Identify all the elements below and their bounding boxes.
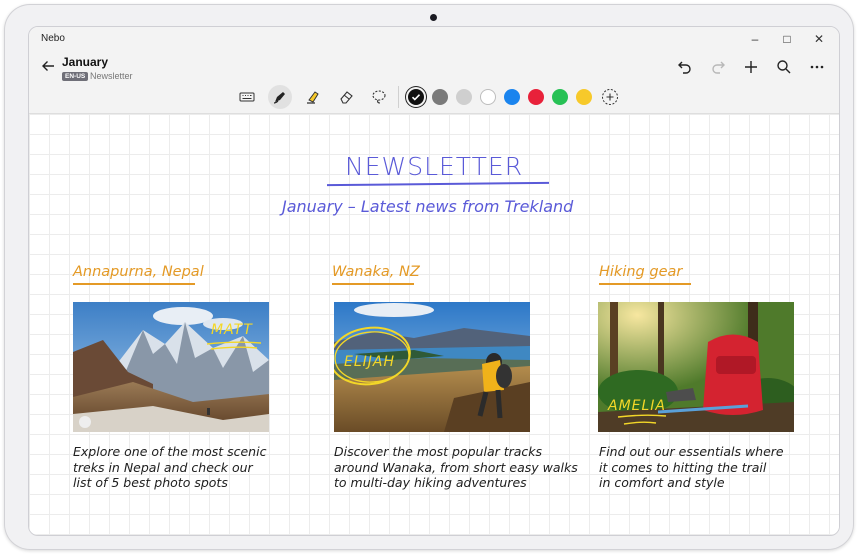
undo-button[interactable] xyxy=(668,55,701,79)
back-arrow-icon xyxy=(42,61,54,71)
eraser-tool[interactable] xyxy=(334,85,358,109)
search-icon xyxy=(776,60,790,74)
toolbar-separator xyxy=(398,86,399,108)
newsletter-subtitle[interactable]: January – Latest news from Trekland xyxy=(282,197,573,216)
add-color-button[interactable] xyxy=(598,85,622,109)
caption-line: around Wanaka, from short easy walks xyxy=(334,459,578,475)
caption-line: it comes to hitting the trail xyxy=(599,459,767,475)
newsletter-title[interactable]: NEWSLETTER xyxy=(345,152,523,181)
pen-tool[interactable] xyxy=(268,85,292,109)
photo-tag-elijah[interactable]: ELIJAH xyxy=(344,354,395,370)
front-camera xyxy=(430,14,437,21)
undo-icon xyxy=(677,61,691,74)
title-underline xyxy=(326,181,550,186)
lasso-tool[interactable] xyxy=(367,85,391,109)
tag-underline xyxy=(617,414,667,425)
photo-tag-matt[interactable]: MATT xyxy=(211,322,253,338)
document-header: January EN-US Newsletter xyxy=(29,51,839,114)
app-name: Nebo xyxy=(41,33,65,44)
color-swatch-green[interactable] xyxy=(552,89,568,105)
heading-underline xyxy=(599,283,691,285)
card-caption-annapurna[interactable]: Explore one of the most scenic treks in … xyxy=(73,444,313,491)
ink-toolbar xyxy=(235,84,631,110)
app-window: Nebo – □ ✕ January EN-US Newsletter NEWS… xyxy=(28,26,840,536)
back-button[interactable] xyxy=(37,55,59,77)
highlighter-tool[interactable] xyxy=(301,85,325,109)
document-title[interactable]: January xyxy=(62,55,108,69)
annapurna-photo[interactable]: MATT xyxy=(73,302,269,432)
eraser-icon xyxy=(340,91,353,104)
card-heading-annapurna[interactable]: Annapurna, Nepal xyxy=(73,264,204,280)
minimize-button[interactable]: – xyxy=(739,28,771,50)
close-button[interactable]: ✕ xyxy=(803,28,835,50)
caption-line: Discover the most popular tracks xyxy=(334,444,543,459)
add-icon xyxy=(744,61,757,73)
color-swatch-dark-gray[interactable] xyxy=(432,89,448,105)
color-swatch-yellow[interactable] xyxy=(576,89,592,105)
color-swatch-light-gray[interactable] xyxy=(456,89,472,105)
card-caption-wanaka[interactable]: Discover the most popular tracks around … xyxy=(334,444,594,491)
tablet-frame: Nebo – □ ✕ January EN-US Newsletter NEWS… xyxy=(4,4,854,550)
color-swatch-black[interactable] xyxy=(408,89,424,105)
keyboard-tool[interactable] xyxy=(235,85,259,109)
window-controls: – □ ✕ xyxy=(739,28,835,50)
caption-line: to multi-day hiking adventures xyxy=(334,475,527,490)
caption-line: treks in Nepal and check our xyxy=(73,459,253,475)
more-button[interactable] xyxy=(800,55,833,79)
add-color-icon xyxy=(602,89,618,105)
color-swatch-red[interactable] xyxy=(528,89,544,105)
document-actions xyxy=(668,55,833,79)
color-palette xyxy=(408,89,600,105)
keyboard-icon xyxy=(239,92,255,102)
add-button[interactable] xyxy=(734,55,767,79)
card-heading-hiking-gear[interactable]: Hiking gear xyxy=(599,264,682,280)
caption-line: Explore one of the most scenic xyxy=(73,444,267,459)
more-icon xyxy=(810,65,823,69)
language-badge[interactable]: EN-US xyxy=(62,72,89,81)
wanaka-photo[interactable]: ELIJAH xyxy=(334,302,530,432)
redo-button[interactable] xyxy=(701,55,734,79)
color-swatch-blue[interactable] xyxy=(504,89,520,105)
heading-underline xyxy=(332,283,414,285)
pen-icon xyxy=(273,92,285,104)
search-button[interactable] xyxy=(767,55,800,79)
hiking-gear-photo[interactable]: AMELIA xyxy=(598,302,794,432)
notebook-name[interactable]: Newsletter xyxy=(90,71,133,81)
color-swatch-white[interactable] xyxy=(480,89,496,105)
redo-icon xyxy=(711,61,725,74)
highlighter-icon xyxy=(307,91,319,104)
caption-line: Find out our essentials where xyxy=(599,444,784,459)
caption-line: list of 5 best photo spots xyxy=(73,475,228,490)
window-titlebar: Nebo – □ ✕ xyxy=(29,27,839,51)
card-heading-wanaka[interactable]: Wanaka, NZ xyxy=(332,264,420,280)
heading-underline xyxy=(73,283,195,285)
card-caption-hiking-gear[interactable]: Find out our essentials where it comes t… xyxy=(599,444,839,491)
checkmark-icon xyxy=(411,94,421,101)
tag-underline xyxy=(206,341,262,350)
writing-canvas[interactable]: NEWSLETTER January – Latest news from Tr… xyxy=(29,114,839,535)
lasso-icon xyxy=(372,90,386,104)
caption-line: in comfort and style xyxy=(599,475,725,490)
maximize-button[interactable]: □ xyxy=(771,28,803,50)
